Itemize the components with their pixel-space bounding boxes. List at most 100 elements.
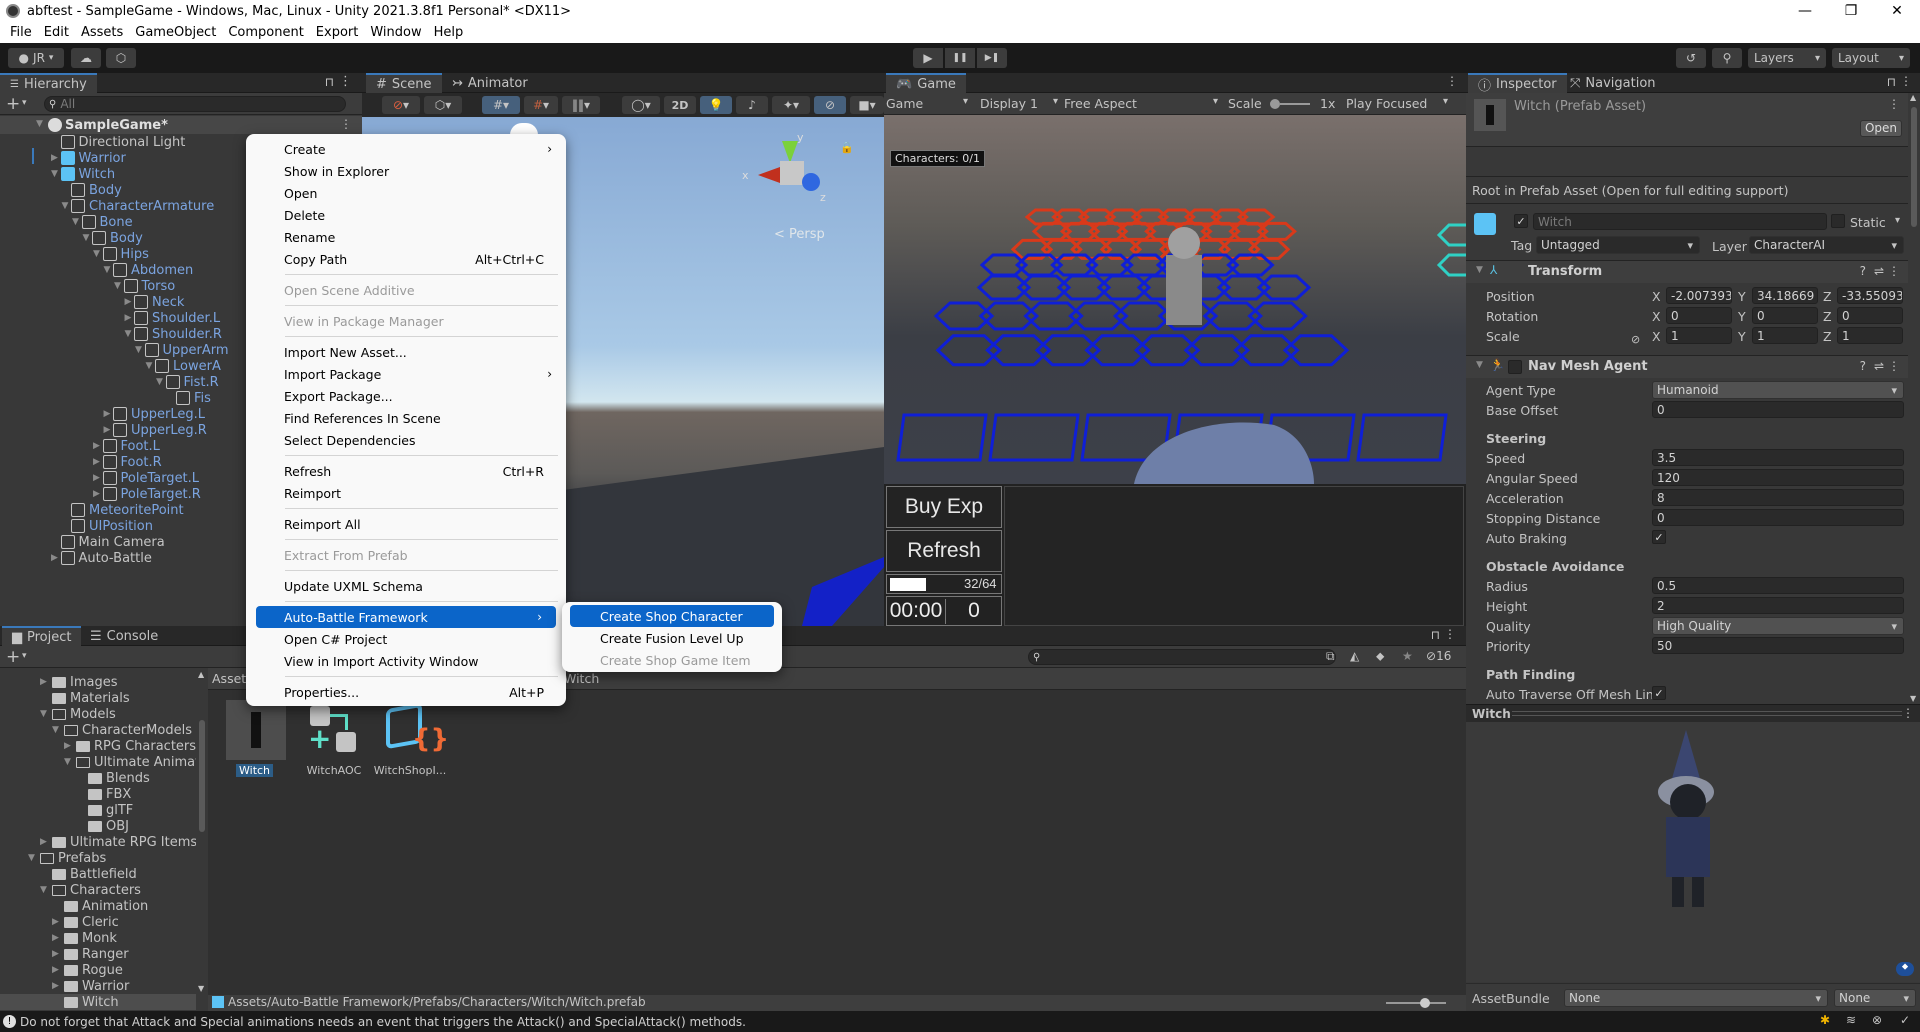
play-focused-dropdown[interactable]: Play Focused ▾ <box>1346 96 1450 111</box>
inspector-scrollbar[interactable]: ▲ ▼ <box>1908 93 1920 703</box>
project-folder-item[interactable]: ▼ Models <box>40 706 116 722</box>
hierarchy-item[interactable]: ▶ Neck <box>122 294 185 310</box>
collapsed-arrow-icon[interactable]: ▶ <box>91 473 103 483</box>
hidden-objects-toggle[interactable]: ⊘ <box>814 96 846 114</box>
tab-game[interactable]: 🎮 Game <box>886 73 966 94</box>
scale-slider[interactable] <box>1270 99 1310 109</box>
project-folder-item[interactable]: ▶ Ranger <box>52 946 129 962</box>
project-folder-item[interactable]: ▶ Warrior <box>52 978 129 994</box>
menu-assets[interactable]: Assets <box>81 25 123 40</box>
assetbundle-variant-dropdown[interactable]: None <box>1834 989 1916 1007</box>
aspect-dropdown[interactable]: Free Aspect ▾ <box>1064 96 1222 111</box>
menu-item-reimport-all[interactable]: Reimport All <box>246 513 566 535</box>
search-button[interactable]: ⚲ <box>1712 48 1742 68</box>
layers-dropdown[interactable]: Layers ▾ <box>1748 48 1826 68</box>
hierarchy-item[interactable]: ▼ Witch <box>49 166 115 182</box>
tag-dropdown[interactable]: Untagged <box>1536 236 1700 254</box>
collapsed-arrow-icon[interactable]: ▶ <box>52 981 64 991</box>
hierarchy-item[interactable]: ▶ PoleTarget.R <box>91 486 201 502</box>
position-y-input[interactable]: 34.18669 <box>1752 287 1818 304</box>
menu-item-copy-path[interactable]: Copy Path Alt+Ctrl+C <box>246 248 566 270</box>
gizmo-center-cube[interactable] <box>780 161 804 185</box>
hierarchy-item[interactable]: Fis <box>164 390 211 406</box>
collapsed-arrow-icon[interactable]: ▶ <box>64 741 76 751</box>
project-folder-item[interactable]: ▼ Prefabs <box>28 850 106 866</box>
position-z-input[interactable]: -33.55093 <box>1837 287 1903 304</box>
layout-dropdown[interactable]: Layout ▾ <box>1832 48 1910 68</box>
project-folder-item[interactable]: ▶ Rogue <box>52 962 123 978</box>
project-folder-item[interactable]: ▶ Images <box>40 674 118 690</box>
menu-help[interactable]: Help <box>434 25 464 40</box>
search-window-icon[interactable]: ⧉ <box>1326 649 1335 664</box>
prefab-cube-icon[interactable] <box>1474 213 1496 235</box>
buy-exp-button[interactable]: Buy Exp <box>886 486 1002 528</box>
expanded-arrow-icon[interactable]: ▼ <box>40 709 52 719</box>
audio-toggle[interactable]: ♪ <box>736 96 768 114</box>
account-dropdown[interactable]: ● JR ▾ <box>8 48 64 68</box>
scale-y-input[interactable]: 1 <box>1752 327 1818 344</box>
project-folder-item[interactable]: Animation <box>52 898 148 914</box>
acceleration-input[interactable]: 8 <box>1652 489 1904 506</box>
asset-witch-thumbnail[interactable] <box>226 700 286 760</box>
tab-inspector[interactable]: ⓘ Inspector <box>1468 73 1567 94</box>
asset-witchshopitem-label[interactable]: WitchShopI... <box>372 764 448 777</box>
menu-item-open-scene-additive[interactable]: Open Scene Additive <box>246 279 566 301</box>
preview-viewport[interactable]: ⬥ <box>1466 722 1920 982</box>
hierarchy-item[interactable]: ▼ Abdomen <box>101 262 194 278</box>
agent-type-dropdown[interactable]: Humanoid <box>1652 381 1904 399</box>
menu-item-import-new-asset[interactable]: Import New Asset... <box>246 341 566 363</box>
game-viewport[interactable]: Characters: 0/1 <box>884 115 1466 484</box>
grid-snap-button[interactable]: # ▾ <box>482 96 520 114</box>
project-options-icon[interactable]: ⋮ <box>1444 627 1456 641</box>
collapsed-arrow-icon[interactable]: ▶ <box>52 917 64 927</box>
game-mode-dropdown[interactable]: Game ▾ <box>886 96 972 111</box>
presets-icon[interactable]: ⇌ <box>1874 264 1884 278</box>
hierarchy-item[interactable]: Directional Light <box>49 134 185 150</box>
expanded-arrow-icon[interactable]: ▼ <box>154 377 166 387</box>
hierarchy-item[interactable]: UIPosition <box>59 518 153 534</box>
collapsed-arrow-icon[interactable]: ▶ <box>91 489 103 499</box>
speed-input[interactable]: 3.5 <box>1652 449 1904 466</box>
nav-agent-enabled-checkbox[interactable] <box>1508 360 1522 374</box>
hierarchy-item[interactable]: Body <box>59 182 122 198</box>
camera-dropdown[interactable]: ■ ▾ <box>850 96 884 114</box>
submenu-item-create-shop-character[interactable]: Create Shop Character <box>570 605 774 627</box>
hierarchy-item[interactable]: MeteoritePoint <box>59 502 184 518</box>
projection-toggle[interactable]: < Persp <box>774 227 825 242</box>
project-folder-item[interactable]: ▼ CharacterModels <box>52 722 192 738</box>
icon-size-slider[interactable] <box>1386 998 1446 1008</box>
history-button[interactable]: ↺ <box>1676 48 1706 68</box>
increment-snap-button[interactable]: ‖‖ ▾ <box>562 96 600 114</box>
collapsed-arrow-icon[interactable]: ▶ <box>52 933 64 943</box>
scriptable-object-icon[interactable]: {} <box>380 700 449 760</box>
gizmo-lock-icon[interactable]: 🔒 <box>840 141 854 154</box>
progress-check-icon[interactable]: ✓ <box>1900 1013 1910 1027</box>
hierarchy-item[interactable]: ▶ UpperLeg.R <box>101 422 207 438</box>
menu-component[interactable]: Component <box>228 25 303 40</box>
rotation-x-input[interactable]: 0 <box>1666 307 1732 324</box>
collapsed-arrow-icon[interactable]: ▶ <box>40 677 52 687</box>
menu-item-open[interactable]: Open <box>246 182 566 204</box>
shading-dropdown[interactable]: ◯ ▾ <box>622 96 660 114</box>
presets-icon[interactable]: ⇌ <box>1874 359 1884 373</box>
menu-item-reimport[interactable]: Reimport <box>246 482 566 504</box>
preview-header[interactable]: Witch ⋮ <box>1466 704 1920 722</box>
project-folder-item[interactable]: ▶ Ultimate RPG Items P <box>40 834 209 850</box>
project-folder-item[interactable]: OBJ <box>76 818 129 834</box>
submenu-item-create-shop-game-item[interactable]: Create Shop Game Item <box>562 649 782 671</box>
gizmo-z-cone[interactable] <box>802 173 820 191</box>
expanded-arrow-icon[interactable]: ▼ <box>52 725 64 735</box>
step-button[interactable]: ▶❚ <box>977 48 1007 68</box>
collapsed-arrow-icon[interactable]: ▶ <box>122 313 134 323</box>
collapsed-arrow-icon[interactable]: ▶ <box>40 837 52 847</box>
project-folder-item[interactable]: Battlefield <box>40 866 137 882</box>
collapsed-arrow-icon[interactable]: ▶ <box>49 153 61 163</box>
label-tag-icon[interactable]: ⬥ <box>1896 962 1914 976</box>
hierarchy-item[interactable]: ▼ CharacterArmature <box>59 198 215 214</box>
add-button[interactable]: + <box>6 94 20 114</box>
hierarchy-item[interactable]: ▼ LowerA <box>143 358 221 374</box>
collapsed-arrow-icon[interactable]: ▶ <box>101 409 113 419</box>
expanded-arrow-icon[interactable]: ▼ <box>40 885 52 895</box>
menu-edit[interactable]: Edit <box>44 25 69 40</box>
chevron-down-icon[interactable]: ▾ <box>22 651 27 661</box>
